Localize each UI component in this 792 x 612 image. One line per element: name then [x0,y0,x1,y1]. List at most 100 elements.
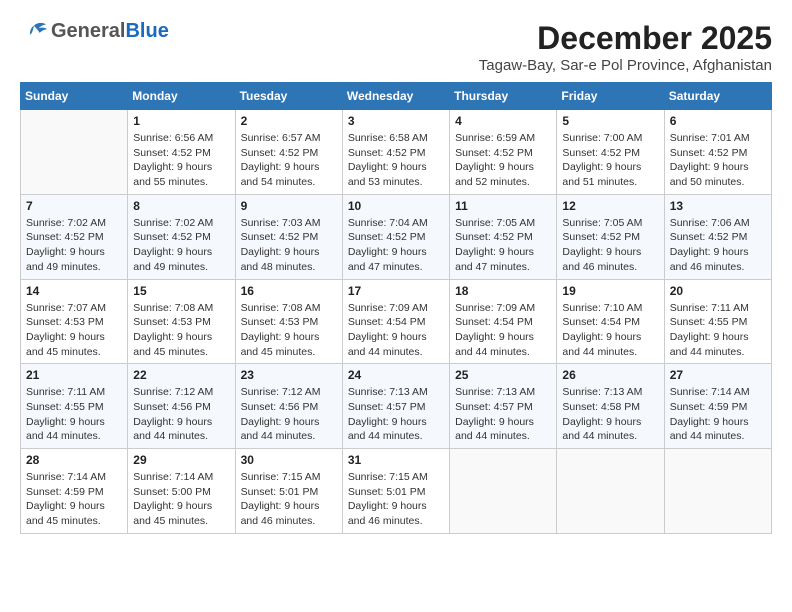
calendar-day-cell: 22 Sunrise: 7:12 AMSunset: 4:56 PMDayligh… [128,364,235,449]
day-info: Sunrise: 7:09 AMSunset: 4:54 PMDaylight:… [455,301,551,360]
day-number: 7 [26,199,122,213]
calendar-day-cell: 27Sunrise: 7:14 AMSunset: 4:59 PMDayligh… [664,364,771,449]
calendar-day-cell: 25 Sunrise: 7:13 AMSunset: 4:57 PMDayligh… [450,364,557,449]
calendar-day-cell: 3Sunrise: 6:58 AMSunset: 4:52 PMDaylight… [342,110,449,195]
day-number: 14 [26,284,122,298]
page-header: GeneralBlue December 2025 Tagaw-Bay, Sar… [20,20,772,74]
weekday-header-thursday: Thursday [450,83,557,110]
calendar-day-cell: 24Sunrise: 7:13 AMSunset: 4:57 PMDayligh… [342,364,449,449]
calendar-day-cell: 17Sunrise: 7:09 AMSunset: 4:54 PMDayligh… [342,279,449,364]
calendar-day-cell: 5 Sunrise: 7:00 AMSunset: 4:52 PMDaylight… [557,110,664,195]
day-info: Sunrise: 7:05 AMSunset: 4:52 PMDaylight:… [455,216,551,275]
day-number: 22 [133,368,229,382]
day-number: 21 [26,368,122,382]
day-info: Sunrise: 7:13 AMSunset: 4:57 PMDaylight:… [455,385,551,444]
calendar-week-row: 1 Sunrise: 6:56 AMSunset: 4:52 PMDaylight… [21,110,772,195]
day-number: 9 [241,199,337,213]
day-number: 6 [670,114,766,128]
calendar-week-row: 21 Sunrise: 7:11 AMSunset: 4:55 PMDayligh… [21,364,772,449]
calendar-day-cell: 26 Sunrise: 7:13 AMSunset: 4:58 PMDayligh… [557,364,664,449]
calendar-day-cell [664,449,771,534]
calendar-day-cell: 7 Sunrise: 7:02 AMSunset: 4:52 PMDaylight… [21,194,128,279]
day-number: 2 [241,114,337,128]
day-info: Sunrise: 7:15 AMSunset: 5:01 PMDaylight:… [348,470,444,529]
day-number: 31 [348,453,444,467]
day-info: Sunrise: 7:12 AMSunset: 4:56 PMDaylight:… [133,385,229,444]
calendar-day-cell: 6 Sunrise: 7:01 AMSunset: 4:52 PMDaylight… [664,110,771,195]
day-info: Sunrise: 7:01 AMSunset: 4:52 PMDaylight:… [670,131,766,190]
day-number: 15 [133,284,229,298]
day-number: 19 [562,284,658,298]
day-number: 16 [241,284,337,298]
day-info: Sunrise: 7:08 AMSunset: 4:53 PMDaylight:… [241,301,337,360]
day-number: 10 [348,199,444,213]
day-number: 25 [455,368,551,382]
day-info: Sunrise: 7:11 AMSunset: 4:55 PMDaylight:… [26,385,122,444]
day-info: Sunrise: 6:58 AMSunset: 4:52 PMDaylight:… [348,131,444,190]
day-info: Sunrise: 6:59 AMSunset: 4:52 PMDaylight:… [455,131,551,190]
calendar-day-cell: 12 Sunrise: 7:05 AMSunset: 4:52 PMDayligh… [557,194,664,279]
day-info: Sunrise: 7:10 AMSunset: 4:54 PMDaylight:… [562,301,658,360]
calendar-day-cell: 28Sunrise: 7:14 AMSunset: 4:59 PMDayligh… [21,449,128,534]
calendar-day-cell [450,449,557,534]
calendar-table: SundayMondayTuesdayWednesdayThursdayFrid… [20,82,772,534]
logo-blue-text: Blue [125,20,168,42]
day-info: Sunrise: 7:02 AMSunset: 4:52 PMDaylight:… [26,216,122,275]
day-info: Sunrise: 7:03 AMSunset: 4:52 PMDaylight:… [241,216,337,275]
day-number: 12 [562,199,658,213]
day-number: 1 [133,114,229,128]
calendar-week-row: 14 Sunrise: 7:07 AMSunset: 4:53 PMDayligh… [21,279,772,364]
weekday-header-monday: Monday [128,83,235,110]
day-number: 20 [670,284,766,298]
calendar-day-cell: 10 Sunrise: 7:04 AMSunset: 4:52 PMDayligh… [342,194,449,279]
logo-general-text: General [51,20,125,42]
calendar-header-row: SundayMondayTuesdayWednesdayThursdayFrid… [21,83,772,110]
day-info: Sunrise: 7:13 AMSunset: 4:58 PMDaylight:… [562,385,658,444]
calendar-day-cell: 1 Sunrise: 6:56 AMSunset: 4:52 PMDaylight… [128,110,235,195]
calendar-day-cell [21,110,128,195]
day-info: Sunrise: 7:07 AMSunset: 4:53 PMDaylight:… [26,301,122,360]
calendar-day-cell: 8Sunrise: 7:02 AMSunset: 4:52 PMDaylight… [128,194,235,279]
day-number: 26 [562,368,658,382]
calendar-day-cell: 13Sunrise: 7:06 AMSunset: 4:52 PMDayligh… [664,194,771,279]
calendar-day-cell: 21 Sunrise: 7:11 AMSunset: 4:55 PMDayligh… [21,364,128,449]
location-title: Tagaw-Bay, Sar-e Pol Province, Afghanist… [479,57,772,74]
day-number: 8 [133,199,229,213]
calendar-week-row: 28Sunrise: 7:14 AMSunset: 4:59 PMDayligh… [21,449,772,534]
calendar-week-row: 7 Sunrise: 7:02 AMSunset: 4:52 PMDaylight… [21,194,772,279]
day-number: 29 [133,453,229,467]
logo: GeneralBlue [20,20,169,43]
calendar-day-cell: 23Sunrise: 7:12 AMSunset: 4:56 PMDayligh… [235,364,342,449]
calendar-day-cell: 14 Sunrise: 7:07 AMSunset: 4:53 PMDayligh… [21,279,128,364]
day-info: Sunrise: 7:04 AMSunset: 4:52 PMDaylight:… [348,216,444,275]
calendar-day-cell: 9 Sunrise: 7:03 AMSunset: 4:52 PMDaylight… [235,194,342,279]
day-info: Sunrise: 7:08 AMSunset: 4:53 PMDaylight:… [133,301,229,360]
day-info: Sunrise: 6:57 AMSunset: 4:52 PMDaylight:… [241,131,337,190]
day-number: 11 [455,199,551,213]
weekday-header-wednesday: Wednesday [342,83,449,110]
logo-bird-icon [20,21,48,43]
calendar-day-cell: 4Sunrise: 6:59 AMSunset: 4:52 PMDaylight… [450,110,557,195]
day-number: 17 [348,284,444,298]
day-info: Sunrise: 7:14 AMSunset: 5:00 PMDaylight:… [133,470,229,529]
calendar-day-cell: 11 Sunrise: 7:05 AMSunset: 4:52 PMDayligh… [450,194,557,279]
calendar-day-cell: 18 Sunrise: 7:09 AMSunset: 4:54 PMDayligh… [450,279,557,364]
calendar-day-cell [557,449,664,534]
day-info: Sunrise: 6:56 AMSunset: 4:52 PMDaylight:… [133,131,229,190]
calendar-day-cell: 31 Sunrise: 7:15 AMSunset: 5:01 PMDayligh… [342,449,449,534]
weekday-header-tuesday: Tuesday [235,83,342,110]
calendar-day-cell: 29 Sunrise: 7:14 AMSunset: 5:00 PMDayligh… [128,449,235,534]
day-number: 30 [241,453,337,467]
weekday-header-friday: Friday [557,83,664,110]
day-number: 27 [670,368,766,382]
day-number: 18 [455,284,551,298]
day-info: Sunrise: 7:00 AMSunset: 4:52 PMDaylight:… [562,131,658,190]
calendar-day-cell: 20Sunrise: 7:11 AMSunset: 4:55 PMDayligh… [664,279,771,364]
day-info: Sunrise: 7:05 AMSunset: 4:52 PMDaylight:… [562,216,658,275]
calendar-day-cell: 15 Sunrise: 7:08 AMSunset: 4:53 PMDayligh… [128,279,235,364]
calendar-day-cell: 30Sunrise: 7:15 AMSunset: 5:01 PMDayligh… [235,449,342,534]
day-number: 5 [562,114,658,128]
month-title: December 2025 [479,20,772,57]
calendar-day-cell: 16 Sunrise: 7:08 AMSunset: 4:53 PMDayligh… [235,279,342,364]
day-info: Sunrise: 7:12 AMSunset: 4:56 PMDaylight:… [241,385,337,444]
